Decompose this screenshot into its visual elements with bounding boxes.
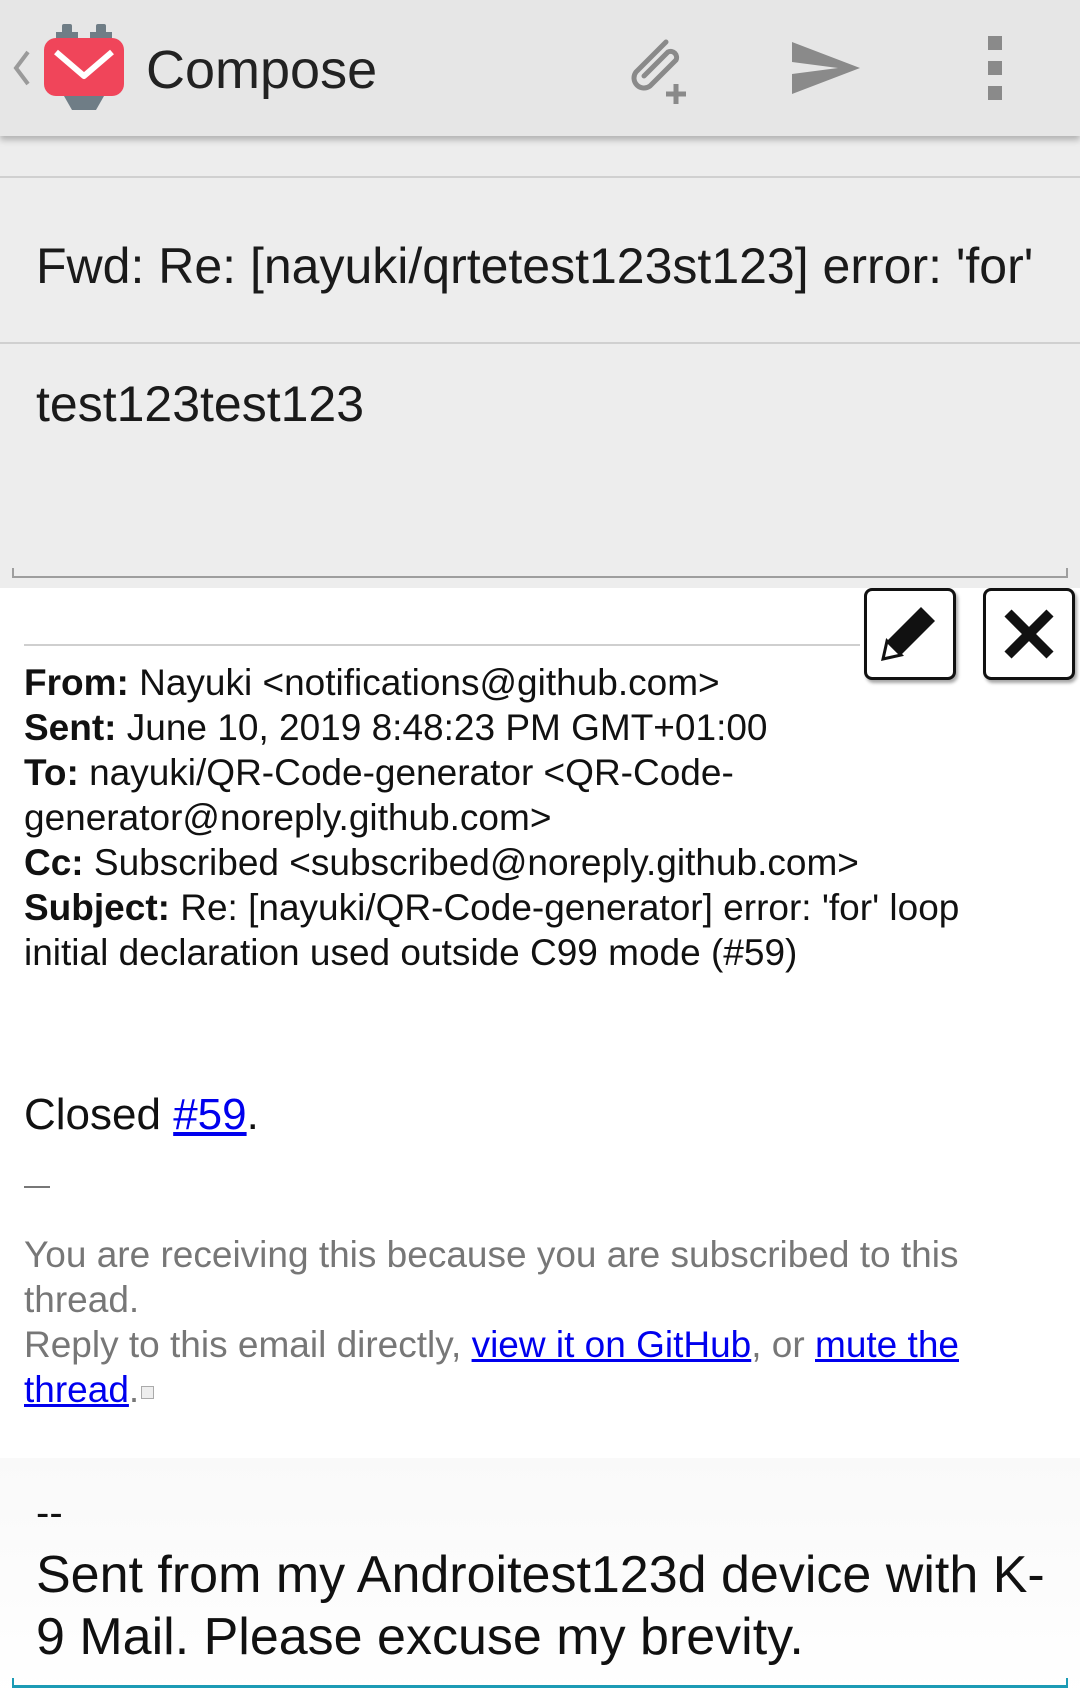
tracking-image-icon xyxy=(141,1385,155,1399)
quoted-headers: From: Nayuki <notifications@github.com> … xyxy=(24,660,1024,975)
closed-text: Closed xyxy=(24,1090,174,1139)
to-label: To: xyxy=(24,752,79,793)
footer-dash xyxy=(24,1186,50,1188)
up-chevron-icon[interactable] xyxy=(10,44,34,92)
overflow-menu-icon[interactable] xyxy=(956,28,1036,108)
attach-icon[interactable] xyxy=(618,28,698,108)
footer-notice: You are receiving this because you are s… xyxy=(24,1234,959,1320)
signature-dashes: -- xyxy=(36,1491,63,1535)
divider xyxy=(0,342,1080,344)
message-body-field[interactable]: test123test123 xyxy=(36,374,1036,434)
signature-text[interactable]: Sent from my Androitest123d device with … xyxy=(36,1544,1056,1668)
action-bar: Compose xyxy=(0,0,1080,136)
k9-mail-icon[interactable] xyxy=(42,22,126,114)
quote-divider xyxy=(24,644,860,646)
from-value: Nayuki <notifications@github.com> xyxy=(139,662,720,703)
from-label: From: xyxy=(24,662,129,703)
footer-end: . xyxy=(128,1369,140,1410)
sent-value: June 10, 2019 8:48:23 PM GMT+01:00 xyxy=(126,707,768,748)
page-title: Compose xyxy=(146,40,378,100)
compose-fields xyxy=(0,136,1080,588)
sent-label: Sent: xyxy=(24,707,117,748)
cc-label: Cc: xyxy=(24,842,84,883)
closed-period: . xyxy=(246,1090,259,1139)
send-icon[interactable] xyxy=(786,28,866,108)
body-field-underline xyxy=(12,568,1068,578)
footer-reply-text: Reply to this email directly, xyxy=(24,1324,472,1365)
footer-or: , or xyxy=(751,1324,815,1365)
closed-line: Closed #59. xyxy=(24,1088,259,1142)
to-value: nayuki/QR-Code-generator <QR-Code-genera… xyxy=(24,752,734,838)
divider xyxy=(0,176,1080,178)
signature-underline xyxy=(12,1678,1068,1688)
subject-field[interactable]: Fwd: Re: [nayuki/qrtetest123st123] error… xyxy=(36,236,1046,296)
view-on-github-link[interactable]: view it on GitHub xyxy=(472,1324,752,1365)
email-footer: You are receiving this because you are s… xyxy=(24,1232,1024,1412)
subject-label: Subject: xyxy=(24,887,170,928)
issue-link[interactable]: #59 xyxy=(173,1090,246,1139)
cc-value: Subscribed <subscribed@noreply.github.co… xyxy=(93,842,859,883)
